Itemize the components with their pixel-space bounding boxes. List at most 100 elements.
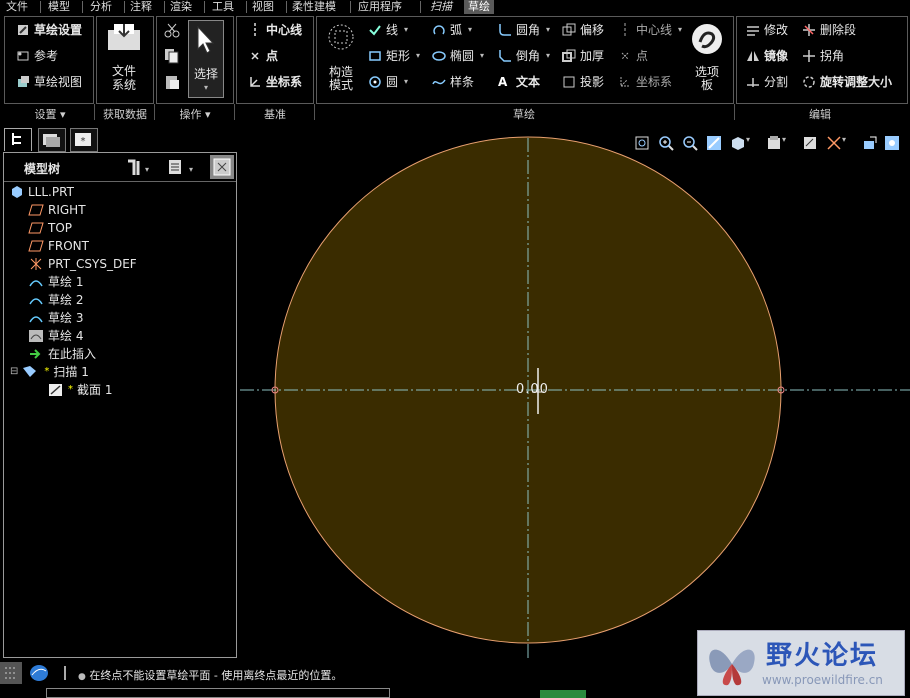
browser-globe-icon[interactable] [28, 663, 50, 683]
arc-button[interactable]: 弧 ▾ [432, 20, 472, 40]
tree-item-sketch-2[interactable]: 草绘 2 [28, 291, 83, 309]
datum-csys-button[interactable]: 坐标系 [248, 72, 302, 92]
display-style-icon[interactable] [730, 135, 746, 151]
sketch-csys-button[interactable]: 坐标系 [618, 72, 672, 92]
tree-settings-icon[interactable]: ▾ [124, 157, 150, 180]
sketch-centerline-button[interactable]: 中心线 ▾ [618, 20, 682, 40]
group-operations-label[interactable]: 操作 ▾ [170, 106, 220, 122]
sketch-centerline-dropdown-icon[interactable]: ▾ [678, 20, 682, 40]
tree-item-sketch-4[interactable]: 草绘 4 [28, 327, 83, 345]
tree-item-top[interactable]: TOP [28, 219, 72, 237]
rotate-resize-button[interactable]: 旋转调整大小 [802, 72, 892, 92]
sketch-point-button[interactable]: 点 [618, 46, 648, 66]
saved-views-dropdown-icon[interactable]: ▾ [782, 135, 798, 151]
datum-display-dropdown-icon[interactable]: ▾ [842, 135, 858, 151]
favorites-icon: * [75, 133, 91, 147]
mirror-button[interactable]: 镜像 [746, 46, 788, 66]
fillet-dropdown-icon[interactable]: ▾ [546, 20, 550, 40]
tree-item-sketch-1[interactable]: 草绘 1 [28, 273, 83, 291]
rectangle-dropdown-icon[interactable]: ▾ [416, 46, 420, 66]
menu-sweep[interactable]: 扫描 [430, 0, 452, 14]
sketch-view-icon[interactable] [802, 135, 818, 151]
menu-render[interactable]: 渲染 [170, 0, 192, 14]
datum-point-button[interactable]: 点 [248, 46, 278, 66]
menu-sketch[interactable]: 草绘 [464, 0, 494, 14]
display-style-dropdown-icon[interactable]: ▾ [746, 135, 762, 151]
tab-folder-browser[interactable] [38, 128, 66, 152]
tree-item-right[interactable]: RIGHT [28, 201, 86, 219]
rectangle-icon [368, 49, 382, 63]
menu-view[interactable]: 视图 [252, 0, 274, 14]
menu-model[interactable]: 模型 [48, 0, 70, 14]
construction-mode-icon [324, 22, 358, 52]
command-input[interactable] [46, 688, 390, 698]
select-dropdown-icon[interactable]: ▾ [189, 83, 223, 92]
construction-mode-button[interactable]: 构造 模式 [322, 66, 360, 92]
datum-centerline-button[interactable]: 中心线 [248, 20, 302, 40]
ellipse-dropdown-icon[interactable]: ▾ [480, 46, 484, 66]
menu-flexible-modeling[interactable]: 柔性建模 [292, 0, 336, 14]
rectangle-button[interactable]: 矩形 ▾ [368, 46, 420, 66]
collapse-toggle-icon[interactable]: ⊟ [10, 363, 18, 381]
tree-item-csys[interactable]: PRT_CSYS_DEF [28, 255, 137, 273]
menu-applications[interactable]: 应用程序 [358, 0, 402, 14]
project-button[interactable]: 投影 [562, 72, 604, 92]
tree-item-sweep-1[interactable]: ⊟ * 扫描 1 [10, 363, 89, 381]
line-dropdown-icon[interactable]: ▾ [404, 20, 408, 40]
spin-center-icon[interactable] [884, 135, 900, 151]
text-button[interactable]: A 文本 [498, 72, 540, 92]
group-settings-label[interactable]: 设置 ▾ [30, 106, 70, 122]
file-system-button[interactable]: 文件 系统 [100, 64, 148, 92]
saved-views-icon[interactable] [766, 135, 782, 151]
sketch-setup-button[interactable]: 草绘设置 [16, 20, 82, 40]
menu-file[interactable]: 文件 [6, 0, 28, 14]
graphics-window[interactable]: 0.00 [240, 130, 910, 660]
chamfer-dropdown-icon[interactable]: ▾ [546, 46, 550, 66]
cut-icon[interactable] [164, 22, 180, 41]
chamfer-button[interactable]: 倒角 ▾ [498, 46, 550, 66]
offset-button[interactable]: 偏移 [562, 20, 604, 40]
refit-icon[interactable] [634, 135, 650, 151]
origin-dimension[interactable]: 0.00 [516, 382, 549, 397]
circle-button[interactable]: 圆 ▾ [368, 72, 408, 92]
tree-show-icon[interactable]: ▾ [166, 157, 196, 180]
delete-segment-button[interactable]: 删除段 [802, 20, 856, 40]
tab-favorites[interactable]: * [70, 128, 98, 152]
tree-item-front[interactable]: FRONT [28, 237, 89, 255]
repaint-icon[interactable] [706, 135, 722, 151]
modify-button[interactable]: 修改 [746, 20, 788, 40]
tab-model-tree[interactable] [4, 128, 32, 151]
sketch-canvas[interactable] [240, 130, 910, 660]
fillet-button[interactable]: 圆角 ▾ [498, 20, 550, 40]
circle-dropdown-icon[interactable]: ▾ [404, 72, 408, 92]
divide-button[interactable]: 分割 [746, 72, 788, 92]
rotate-resize-icon [802, 75, 816, 89]
tree-item-sketch-3[interactable]: 草绘 3 [28, 309, 83, 327]
status-separator [64, 666, 66, 680]
ellipse-button[interactable]: 椭圆 ▾ [432, 46, 484, 66]
zoom-in-icon[interactable] [658, 135, 674, 151]
references-button[interactable]: 参考 [16, 46, 58, 66]
tree-item-section-1[interactable]: * 截面 1 [48, 381, 112, 399]
tree-item-insert-here[interactable]: 在此插入 [28, 345, 96, 363]
sketch-view-button[interactable]: 草绘视图 [16, 72, 82, 92]
paste-icon[interactable] [164, 74, 180, 93]
line-button[interactable]: 线 ▾ [368, 20, 408, 40]
spline-button[interactable]: 样条 [432, 72, 474, 92]
corner-button[interactable]: 拐角 [802, 46, 844, 66]
palette-button[interactable]: 选项 板 [690, 66, 724, 92]
arc-dropdown-icon[interactable]: ▾ [468, 20, 472, 40]
thicken-button[interactable]: 加厚 [562, 46, 604, 66]
zoom-out-icon[interactable] [682, 135, 698, 151]
selection-filter-indicator[interactable] [540, 690, 586, 698]
menu-annotate[interactable]: 注释 [130, 0, 152, 14]
toggle-panel-icon[interactable] [0, 662, 22, 684]
tree-item-part[interactable]: LLL.PRT [10, 183, 74, 201]
datum-display-icon[interactable] [826, 135, 842, 151]
select-button[interactable]: 选择 ▾ [188, 20, 224, 98]
tree-filter-icon[interactable] [210, 155, 234, 179]
copy-icon[interactable] [164, 48, 180, 67]
menu-analysis[interactable]: 分析 [90, 0, 112, 14]
menu-tools[interactable]: 工具 [212, 0, 234, 14]
annotation-display-icon[interactable] [862, 135, 878, 151]
